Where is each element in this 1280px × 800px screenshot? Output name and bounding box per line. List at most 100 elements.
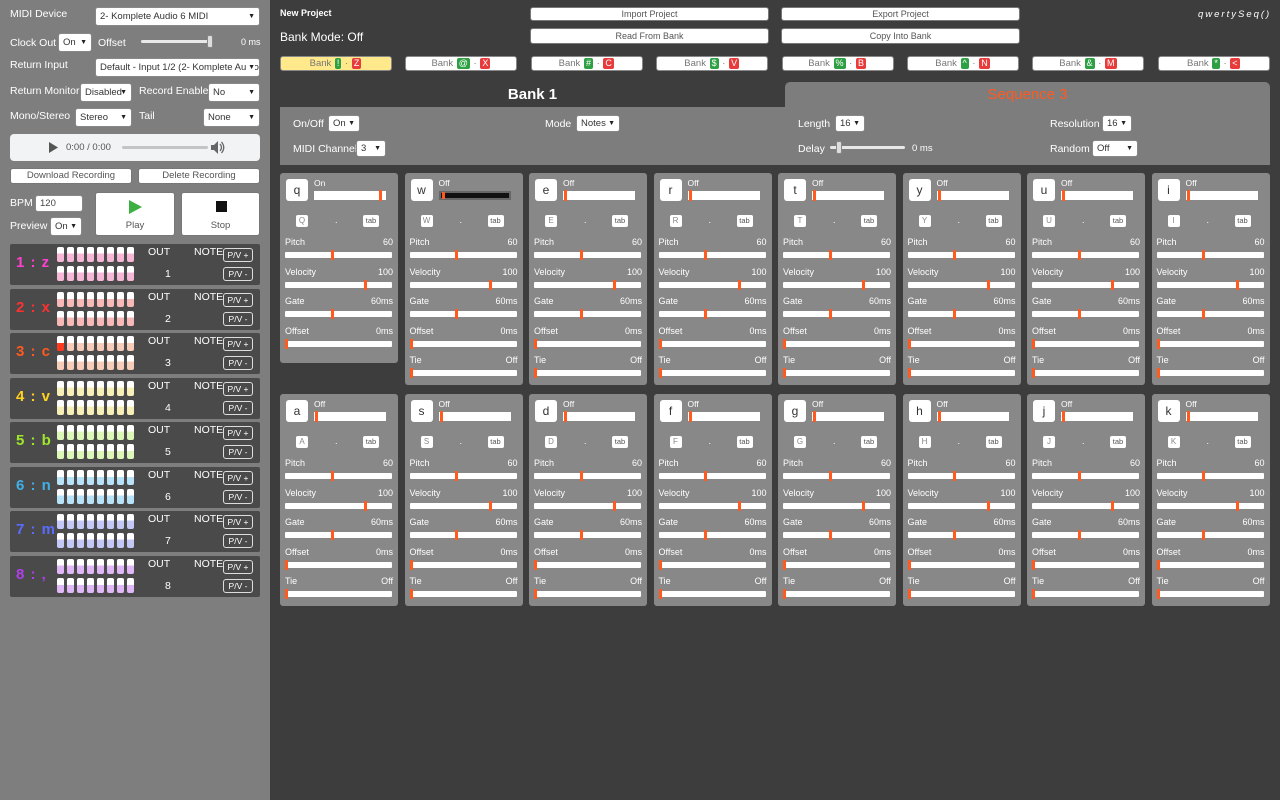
step-pad[interactable] (117, 514, 124, 529)
gate-slider[interactable] (534, 309, 641, 320)
gate-slider[interactable] (907, 309, 1015, 320)
pitch-slider-thumb[interactable] (579, 471, 583, 481)
offset-slider-thumb[interactable] (907, 559, 911, 570)
step-pad[interactable] (67, 291, 74, 307)
midi-device-select[interactable]: 2- Komplete Audio 6 MIDI ▼ (95, 7, 260, 26)
gate-slider[interactable] (1156, 530, 1264, 541)
step-key[interactable]: r (659, 179, 682, 201)
step-pad[interactable] (67, 355, 74, 370)
tie-slider[interactable] (907, 368, 1015, 379)
step-pad[interactable] (107, 355, 114, 370)
offset-slider[interactable] (285, 338, 392, 349)
step-tab-key[interactable]: tab (861, 215, 877, 227)
step-pad[interactable] (57, 336, 64, 351)
velocity-slider[interactable] (1156, 279, 1264, 290)
step-tab-key[interactable]: tab (861, 436, 877, 448)
gate-slider-thumb[interactable] (704, 309, 708, 320)
step-pad[interactable] (77, 425, 84, 440)
velocity-slider[interactable] (783, 500, 890, 511)
tail-select[interactable]: None ▼ (203, 108, 260, 127)
tie-slider[interactable] (1032, 589, 1139, 600)
pitch-slider[interactable] (783, 471, 890, 481)
pitch-slider[interactable] (409, 471, 517, 481)
gate-slider-thumb[interactable] (1202, 309, 1206, 320)
step-pad[interactable] (117, 336, 124, 351)
step-progress[interactable] (314, 411, 386, 422)
step-pad[interactable] (127, 488, 134, 504)
play-icon[interactable] (49, 142, 58, 153)
step-pad[interactable] (117, 577, 124, 593)
velocity-slider-thumb[interactable] (488, 500, 492, 511)
tie-slider-thumb[interactable] (534, 368, 537, 379)
step-pad[interactable] (127, 444, 134, 459)
tie-slider[interactable] (409, 589, 517, 600)
import-project-button[interactable]: Import Project (530, 7, 769, 21)
step-progress[interactable] (1061, 190, 1133, 201)
step-tab-key[interactable]: tab (612, 436, 628, 448)
player-progress[interactable] (122, 146, 208, 149)
resolution-select[interactable]: 16 ▼ (1102, 115, 1132, 132)
offset-slider-thumb[interactable] (658, 338, 662, 349)
gate-slider-thumb[interactable] (330, 530, 334, 541)
pitch-slider[interactable] (534, 471, 641, 481)
pitch-slider[interactable] (783, 250, 890, 260)
step-pad[interactable] (57, 291, 64, 307)
step-pad[interactable] (57, 425, 64, 440)
step-pad[interactable] (87, 355, 94, 370)
offset-slider-thumb[interactable] (534, 559, 537, 570)
step-progress[interactable] (563, 411, 635, 422)
step-pad[interactable] (67, 336, 74, 351)
delete-recording-button[interactable]: Delete Recording (138, 168, 260, 184)
step-pad[interactable] (57, 488, 64, 504)
tie-slider-thumb[interactable] (1032, 368, 1035, 379)
gate-slider-thumb[interactable] (1077, 309, 1081, 320)
step-pad[interactable] (77, 291, 84, 307)
step-tab-key[interactable]: tab (985, 215, 1002, 227)
step-key[interactable]: k (1157, 400, 1180, 422)
tie-slider[interactable] (907, 589, 1015, 600)
step-pad[interactable] (77, 533, 84, 548)
step-pad[interactable] (67, 310, 74, 326)
velocity-slider[interactable] (285, 500, 392, 511)
gate-slider-thumb[interactable] (330, 309, 334, 320)
step-pad[interactable] (67, 469, 74, 485)
pitch-slider-thumb[interactable] (828, 250, 832, 260)
velocity-slider-thumb[interactable] (364, 500, 368, 511)
velocity-slider-thumb[interactable] (737, 279, 741, 290)
step-pad[interactable] (117, 558, 124, 574)
pv-plus-button[interactable]: P/V + (223, 337, 253, 351)
step-pad[interactable] (107, 558, 114, 574)
offset-slider-thumb[interactable] (1156, 338, 1160, 349)
step-pad[interactable] (127, 425, 134, 440)
step-progress[interactable] (438, 191, 511, 200)
read-from-bank-button[interactable]: Read From Bank (530, 28, 769, 44)
step-pad[interactable] (87, 444, 94, 459)
gate-slider-thumb[interactable] (828, 309, 832, 320)
pitch-slider-thumb[interactable] (953, 471, 957, 481)
mono-stereo-select[interactable]: Stereo ▼ (75, 108, 132, 127)
step-pad[interactable] (127, 558, 134, 574)
tie-slider[interactable] (658, 589, 766, 600)
step-progress[interactable] (1061, 411, 1133, 422)
pv-minus-button[interactable]: P/V - (223, 400, 253, 415)
step-pad[interactable] (97, 514, 104, 529)
offset-slider[interactable] (1156, 559, 1264, 570)
step-pad[interactable] (77, 444, 84, 459)
step-pad[interactable] (127, 577, 134, 593)
pitch-slider[interactable] (1032, 250, 1139, 260)
step-tab-key[interactable]: tab (1110, 215, 1126, 227)
step-pad[interactable] (117, 247, 124, 262)
step-pad[interactable] (127, 310, 134, 326)
gate-slider-thumb[interactable] (579, 309, 583, 320)
tie-slider[interactable] (285, 589, 392, 600)
step-pad[interactable] (87, 533, 94, 548)
step-pad[interactable] (57, 514, 64, 529)
step-progress[interactable] (438, 411, 511, 422)
step-key[interactable]: t (784, 179, 806, 201)
bpm-input[interactable]: 120 (35, 195, 83, 212)
pitch-slider-thumb[interactable] (455, 471, 459, 481)
offset-slider-thumb[interactable] (409, 559, 413, 570)
step-pad[interactable] (87, 425, 94, 440)
pv-plus-button[interactable]: P/V + (223, 248, 253, 262)
pitch-slider-thumb[interactable] (953, 250, 957, 260)
